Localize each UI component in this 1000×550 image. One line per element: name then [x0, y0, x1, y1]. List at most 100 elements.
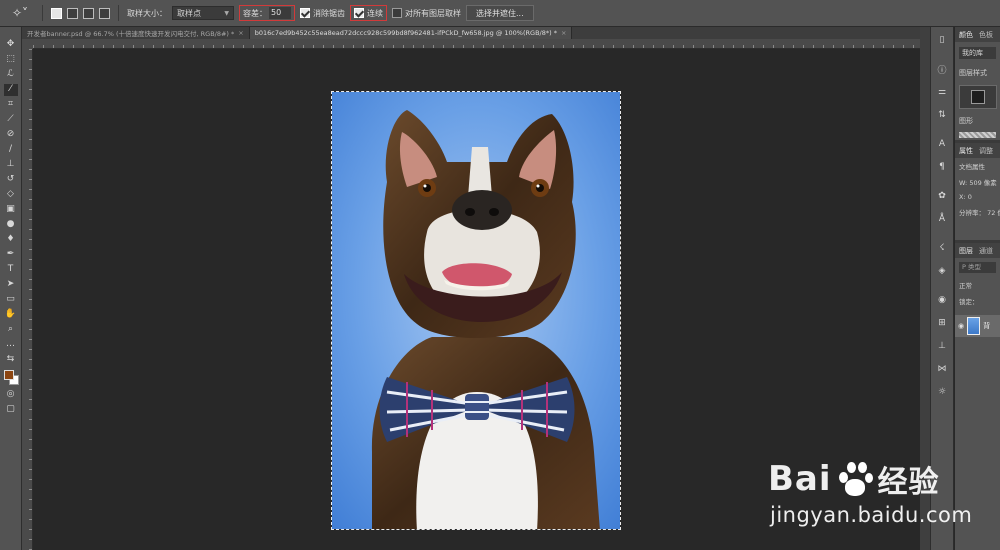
- layer-style-label: 图层样式: [959, 69, 987, 77]
- tab-dog-jpg[interactable]: b016c7ed9b452c55ea8ead72dccc928c599bd8f9…: [249, 27, 573, 39]
- dodge-tool-icon[interactable]: ♦: [4, 234, 18, 246]
- tab-properties[interactable]: 属性: [959, 146, 973, 156]
- paragraph-panel-icon[interactable]: ¶: [935, 160, 949, 174]
- tab-swatches[interactable]: 色板: [979, 30, 993, 40]
- layer-row-background[interactable]: ◉ 背: [955, 315, 1000, 337]
- quick-mask-icon[interactable]: ◎: [4, 389, 18, 401]
- tab-layers[interactable]: 图层: [959, 246, 973, 256]
- intersect-selection-mode-button[interactable]: [99, 7, 110, 19]
- contiguous-label: 连续: [367, 8, 383, 18]
- blur-tool-icon[interactable]: ●: [4, 219, 18, 231]
- watermark-url: jingyan.baidu.com: [770, 503, 973, 527]
- tab-color[interactable]: 颜色: [959, 30, 973, 40]
- tab-channels[interactable]: 通道: [979, 246, 993, 256]
- document-image[interactable]: [331, 91, 621, 530]
- document-tabs: 开发者banner.psd @ 66.7% (十倍速度快速开发闪电交付, RGB…: [22, 27, 920, 39]
- x-value[interactable]: 0: [968, 193, 972, 201]
- sample-all-layers-option[interactable]: 对所有图层取样: [392, 8, 461, 19]
- tolerance-label: 容差：: [243, 8, 267, 18]
- eyedropper-tool-icon[interactable]: ⟋: [4, 114, 18, 126]
- tool-presets-icon[interactable]: ◉: [935, 293, 949, 307]
- brush-presets-icon[interactable]: ☇: [935, 241, 949, 255]
- crop-tool-icon[interactable]: ⌗: [4, 99, 18, 111]
- healing-brush-tool-icon[interactable]: ⊘: [4, 129, 18, 141]
- history-panel-icon[interactable]: ▯: [935, 33, 949, 47]
- tools-panel: ✥ ⬚ ℒ ⁄ ⌗ ⟋ ⊘ ∕ ⊥ ↺ ◇ ▣ ● ♦ ✒ T ➤ ▭ ✋ ⌕ …: [0, 27, 22, 550]
- baidu-jingyan-watermark: Bai 经验 jingyan.baidu.com: [768, 445, 998, 545]
- contiguous-option[interactable]: 连续: [350, 5, 387, 21]
- dog-photo: [332, 92, 620, 529]
- color-panel-tabs: 颜色 色板: [955, 27, 1000, 42]
- magic-wand-preset-icon[interactable]: ✧˅: [6, 4, 34, 22]
- graphics-label: 图形: [959, 117, 973, 125]
- lasso-tool-icon[interactable]: ℒ: [4, 69, 18, 81]
- tolerance-input[interactable]: 50: [269, 7, 291, 19]
- sample-all-layers-checkbox[interactable]: [392, 8, 402, 18]
- logo-suffix: 经验: [877, 465, 940, 500]
- lightbulb-icon[interactable]: ☼: [935, 385, 949, 399]
- stamp-panel-icon[interactable]: ⊥: [935, 339, 949, 353]
- tab-banner-psd[interactable]: 开发者banner.psd @ 66.7% (十倍速度快速开发闪电交付, RGB…: [22, 27, 250, 39]
- color-swatches[interactable]: [3, 369, 19, 385]
- brush-tool-icon[interactable]: ∕: [4, 144, 18, 156]
- swap-colors-icon[interactable]: ⇆: [4, 354, 18, 366]
- close-icon[interactable]: ×: [561, 29, 566, 37]
- options-bar: ✧˅ 取样大小： 取样点 ▼ 容差： 50 消除锯齿 连续 对所有图层取样 选择…: [0, 0, 1000, 27]
- marquee-tool-icon[interactable]: ⬚: [4, 54, 18, 66]
- resolution-readout: 分辨率： 72 像素: [955, 204, 1000, 220]
- horizontal-ruler[interactable]: [33, 39, 920, 49]
- 3d-panel-icon[interactable]: ⋈: [935, 362, 949, 376]
- more-tools-icon[interactable]: …: [4, 339, 18, 351]
- path-selection-tool-icon[interactable]: ➤: [4, 279, 18, 291]
- divider: [118, 5, 119, 21]
- foreground-color-swatch[interactable]: [3, 370, 14, 380]
- chevron-down-icon: ▼: [224, 9, 229, 17]
- tab-adjustments[interactable]: 调整: [979, 146, 993, 156]
- vertical-ruler[interactable]: [22, 49, 33, 550]
- eraser-tool-icon[interactable]: ◇: [4, 189, 18, 201]
- tolerance-group: 容差： 50: [239, 5, 295, 21]
- close-icon[interactable]: ×: [238, 29, 243, 37]
- properties-panel-tabs: 属性 调整: [955, 143, 1000, 158]
- screen-mode-icon[interactable]: ▢: [4, 404, 18, 416]
- clone-stamp-tool-icon[interactable]: ⊥: [4, 159, 18, 171]
- select-and-mask-button[interactable]: 选择并遮住...: [466, 5, 534, 21]
- history-brush-tool-icon[interactable]: ↺: [4, 174, 18, 186]
- properties-panel-icon[interactable]: ⚌: [935, 85, 949, 99]
- character-panel-icon[interactable]: A: [935, 137, 949, 151]
- rectangle-tool-icon[interactable]: ▭: [4, 294, 18, 306]
- eye-icon[interactable]: ◉: [958, 322, 964, 330]
- layer-style-thumbnail[interactable]: [959, 85, 997, 109]
- glyphs-panel-icon[interactable]: Å: [935, 212, 949, 226]
- tab-label: b016c7ed9b452c55ea8ead72dccc928c599bd8f9…: [254, 29, 557, 37]
- info-panel-icon[interactable]: ⓘ: [935, 62, 949, 76]
- timeline-icon[interactable]: ⊞: [935, 316, 949, 330]
- library-select[interactable]: 我的库: [959, 47, 996, 59]
- add-selection-mode-button[interactable]: [67, 7, 78, 19]
- graphics-thumbnail[interactable]: [959, 132, 996, 138]
- clone-source-icon[interactable]: ◈: [935, 264, 949, 278]
- anti-alias-checkbox[interactable]: [300, 8, 310, 18]
- brush-settings-icon[interactable]: ✿: [935, 189, 949, 203]
- subtract-selection-mode-button[interactable]: [83, 7, 94, 19]
- width-readout: W: 509 像素: [955, 174, 1000, 190]
- resolution-label: 分辨率：: [959, 209, 985, 217]
- new-selection-mode-button[interactable]: [51, 7, 62, 19]
- anti-alias-label: 消除锯齿: [313, 8, 345, 18]
- x-readout: X: 0: [955, 190, 1000, 204]
- layer-filter-input[interactable]: P 类型: [959, 262, 996, 273]
- width-value[interactable]: 509 像素: [969, 179, 996, 187]
- magic-wand-tool-icon[interactable]: ⁄: [3, 84, 18, 96]
- contiguous-checkbox[interactable]: [354, 8, 364, 18]
- zoom-tool-icon[interactable]: ⌕: [4, 324, 18, 336]
- blend-mode-select[interactable]: 正常: [955, 277, 1000, 293]
- type-tool-icon[interactable]: T: [4, 264, 18, 276]
- adjust-panel-icon[interactable]: ⇅: [935, 108, 949, 122]
- pen-tool-icon[interactable]: ✒: [4, 249, 18, 261]
- anti-alias-option[interactable]: 消除锯齿: [300, 8, 345, 19]
- move-tool-icon[interactable]: ✥: [4, 39, 18, 51]
- sample-size-select[interactable]: 取样点 ▼: [172, 6, 234, 20]
- gradient-tool-icon[interactable]: ▣: [4, 204, 18, 216]
- hand-tool-icon[interactable]: ✋: [4, 309, 18, 321]
- resolution-value: 72 像素: [987, 209, 1000, 217]
